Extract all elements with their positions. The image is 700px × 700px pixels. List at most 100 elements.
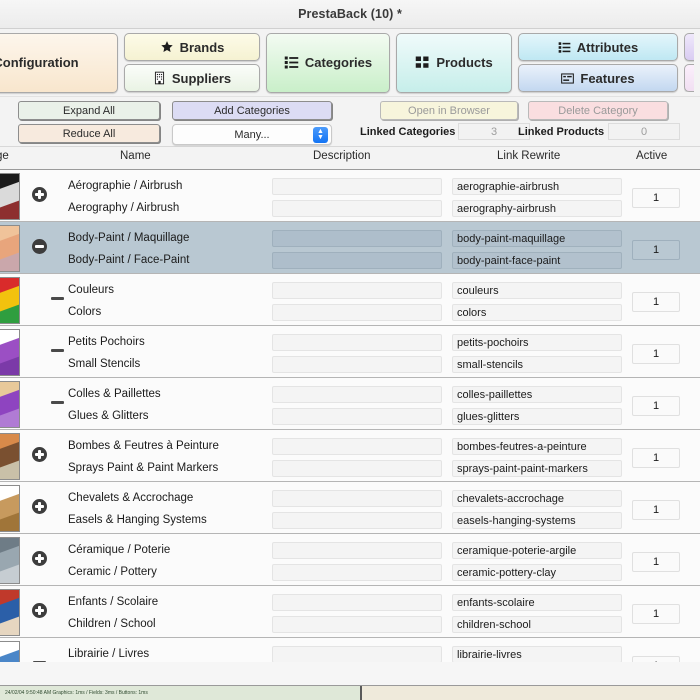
link-rewrite-field-en[interactable]: ceramic-pottery-clay (452, 564, 622, 581)
table-row[interactable]: Aérographie / Airbrush Aerography / Airbr… (0, 170, 700, 222)
toolbar-button-overflow-bottom[interactable] (684, 64, 694, 92)
active-field[interactable]: 1 (632, 448, 680, 468)
link-rewrite-field-fr[interactable]: librairie-livres (452, 646, 622, 663)
link-rewrite-field-fr[interactable]: petits-pochoirs (452, 334, 622, 351)
category-name-en[interactable]: Sprays Paint & Paint Markers (68, 458, 219, 478)
categories-table[interactable]: Aérographie / Airbrush Aerography / Airbr… (0, 169, 700, 682)
category-name-en[interactable]: Aerography / Airbrush (68, 198, 182, 218)
toolbar-button-brands[interactable]: Brands (124, 33, 260, 61)
description-field-fr[interactable] (272, 178, 442, 195)
table-row[interactable]: Couleurs Colors couleurs colors 1 (0, 274, 700, 326)
expand-node-icon[interactable] (32, 551, 47, 566)
description-field-fr[interactable] (272, 438, 442, 455)
category-name-en[interactable]: Small Stencils (68, 354, 145, 374)
expand-node-icon[interactable] (32, 499, 47, 514)
link-rewrite-field-fr[interactable]: enfants-scolaire (452, 594, 622, 611)
toolbar-button-suppliers[interactable]: Suppliers (124, 64, 260, 92)
table-row[interactable]: Petits Pochoirs Small Stencils petits-poch… (0, 326, 700, 378)
column-header-name[interactable]: Name (120, 150, 151, 162)
link-rewrite-field-en[interactable]: colors (452, 304, 622, 321)
link-rewrite-field-fr[interactable]: couleurs (452, 282, 622, 299)
expand-node-icon[interactable] (32, 187, 47, 202)
toolbar-button-features[interactable]: Features (518, 64, 678, 92)
link-rewrite-field-en[interactable]: small-stencils (452, 356, 622, 373)
description-field-fr[interactable] (272, 230, 442, 247)
add-categories-button[interactable]: Add Categories (172, 101, 332, 120)
link-rewrite-field-en[interactable]: easels-hanging-systems (452, 512, 622, 529)
toolbar-button-attributes[interactable]: Attributes (518, 33, 678, 61)
category-name-fr[interactable]: Chevalets & Accrochage (68, 488, 207, 508)
toolbar-button-configuration[interactable]: Configuration (0, 32, 118, 93)
collapse-node-icon[interactable] (32, 239, 47, 254)
description-field-fr[interactable] (272, 594, 442, 611)
description-field-fr[interactable] (272, 282, 442, 299)
link-rewrite-field-en[interactable]: glues-glitters (452, 408, 622, 425)
link-rewrite-field-fr[interactable]: bombes-feutres-a-peinture (452, 438, 622, 455)
active-field[interactable]: 1 (632, 396, 680, 416)
description-field-en[interactable] (272, 252, 442, 269)
column-header-link-rewrite[interactable]: Link Rewrite (497, 150, 560, 162)
description-field-en[interactable] (272, 200, 442, 217)
expand-all-button[interactable]: Expand All (18, 101, 160, 120)
reduce-all-button[interactable]: Reduce All (18, 124, 160, 143)
description-field-fr[interactable] (272, 386, 442, 403)
category-name-fr[interactable]: Body-Paint / Maquillage (68, 228, 189, 248)
link-rewrite-field-fr[interactable]: ceramique-poterie-argile (452, 542, 622, 559)
category-name-en[interactable]: Glues & Glitters (68, 406, 161, 426)
description-field-en[interactable] (272, 356, 442, 373)
description-field-fr[interactable] (272, 646, 442, 663)
expand-node-icon[interactable] (32, 447, 47, 462)
toolbar-button-categories[interactable]: Categories (266, 32, 390, 93)
active-field[interactable]: 1 (632, 500, 680, 520)
link-rewrite-field-fr[interactable]: colles-paillettes (452, 386, 622, 403)
column-header-active[interactable]: Active (636, 150, 667, 162)
category-name-fr[interactable]: Bombes & Feutres à Peinture (68, 436, 219, 456)
category-name-fr[interactable]: Couleurs (68, 280, 114, 300)
link-rewrite-field-fr[interactable]: body-paint-maquillage (452, 230, 622, 247)
link-rewrite-field-fr[interactable]: chevalets-accrochage (452, 490, 622, 507)
table-row[interactable]: Chevalets & Accrochage Easels & Hanging S… (0, 482, 700, 534)
description-field-fr[interactable] (272, 334, 442, 351)
expand-node-icon[interactable] (32, 603, 47, 618)
active-field[interactable]: 1 (632, 188, 680, 208)
table-row[interactable]: Céramique / Poterie Ceramic / Pottery cera… (0, 534, 700, 586)
description-field-en[interactable] (272, 512, 442, 529)
active-field[interactable]: 1 (632, 344, 680, 364)
description-field-en[interactable] (272, 616, 442, 633)
table-row[interactable]: Colles & Paillettes Glues & Glitters colle… (0, 378, 700, 430)
toolbar-button-overflow-top[interactable] (684, 33, 694, 61)
category-name-en[interactable]: Body-Paint / Face-Paint (68, 250, 189, 270)
category-name-fr[interactable]: Céramique / Poterie (68, 540, 170, 560)
table-row[interactable]: Body-Paint / Maquillage Body-Paint / Face… (0, 222, 700, 274)
toolbar-button-products[interactable]: Products (396, 32, 512, 93)
description-field-en[interactable] (272, 304, 442, 321)
delete-category-button[interactable]: Delete Category (528, 101, 668, 120)
category-name-en[interactable]: Colors (68, 302, 114, 322)
description-field-en[interactable] (272, 460, 442, 477)
description-field-en[interactable] (272, 564, 442, 581)
link-rewrite-field-en[interactable]: body-paint-face-paint (452, 252, 622, 269)
category-name-fr[interactable]: Petits Pochoirs (68, 332, 145, 352)
active-field[interactable]: 1 (632, 240, 680, 260)
open-in-browser-button[interactable]: Open in Browser (380, 101, 518, 120)
link-rewrite-field-en[interactable]: aerography-airbrush (452, 200, 622, 217)
link-rewrite-field-fr[interactable]: aerographie-airbrush (452, 178, 622, 195)
active-field[interactable]: 1 (632, 604, 680, 624)
category-name-fr[interactable]: Librairie / Livres (68, 644, 149, 664)
link-rewrite-field-en[interactable]: children-school (452, 616, 622, 633)
column-header-image[interactable]: ge (0, 150, 9, 162)
description-field-en[interactable] (272, 408, 442, 425)
category-name-en[interactable]: Children / School (68, 614, 158, 634)
description-field-fr[interactable] (272, 490, 442, 507)
description-field-fr[interactable] (272, 542, 442, 559)
active-field[interactable]: 1 (632, 292, 680, 312)
column-header-description[interactable]: Description (313, 150, 371, 162)
category-name-fr[interactable]: Aérographie / Airbrush (68, 176, 182, 196)
link-rewrite-field-en[interactable]: sprays-paint-paint-markers (452, 460, 622, 477)
active-field[interactable]: 1 (632, 552, 680, 572)
category-name-en[interactable]: Ceramic / Pottery (68, 562, 170, 582)
table-row[interactable]: Bombes & Feutres à Peinture Sprays Paint … (0, 430, 700, 482)
category-name-fr[interactable]: Enfants / Scolaire (68, 592, 158, 612)
category-name-fr[interactable]: Colles & Paillettes (68, 384, 161, 404)
table-row[interactable]: Enfants / Scolaire Children / School enfan… (0, 586, 700, 638)
